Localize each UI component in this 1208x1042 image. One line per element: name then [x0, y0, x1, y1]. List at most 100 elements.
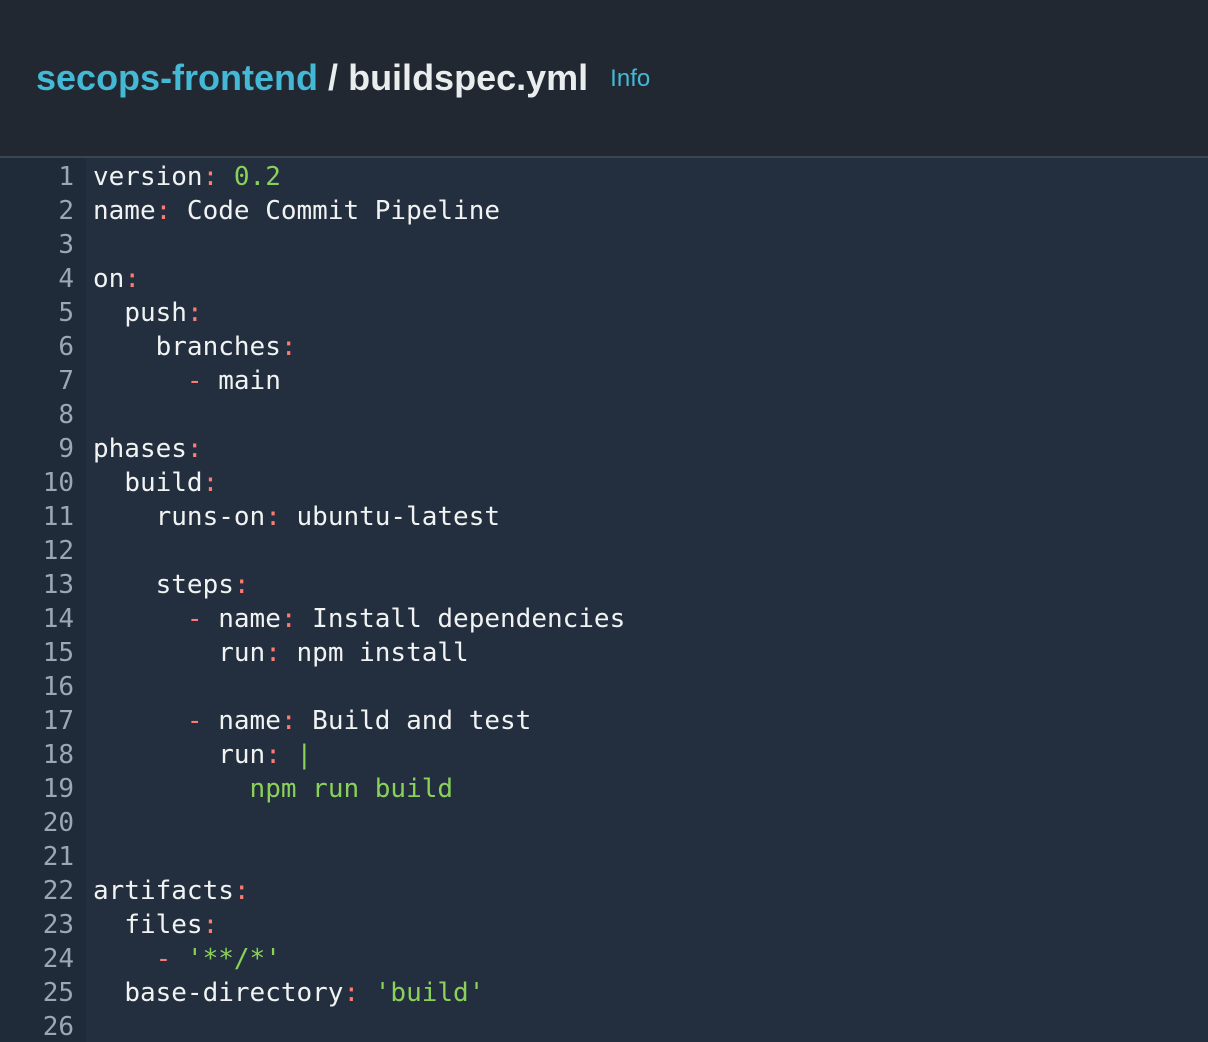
code-token: push	[124, 298, 187, 328]
code-token: :	[202, 162, 219, 192]
code-line[interactable]: 6 branches:	[0, 330, 1208, 364]
code-token: name	[218, 604, 281, 634]
repository-link[interactable]: secops-frontend	[36, 57, 318, 98]
line-number: 3	[58, 230, 74, 260]
code-line[interactable]: 9 phases:	[0, 432, 1208, 466]
code-line[interactable]: 1 version: 0.2	[0, 160, 1208, 194]
line-text: name: Code Commit Pipeline	[93, 194, 500, 228]
code-token: on	[93, 264, 125, 294]
code-token: main	[202, 366, 281, 396]
code-line[interactable]: 11 runs-on: ubuntu-latest	[0, 500, 1208, 534]
line-number: 11	[42, 502, 74, 532]
code-token: :	[280, 332, 297, 362]
code-line[interactable]: 17 - name: Build and test	[0, 704, 1208, 738]
code-token: :	[186, 434, 203, 464]
code-line[interactable]: 13 steps:	[0, 568, 1208, 602]
line-number: 4	[58, 264, 74, 294]
line-text: runs-on: ubuntu-latest	[93, 500, 500, 534]
code-token: '**/*'	[186, 944, 281, 974]
code-token: :	[155, 196, 172, 226]
line-number: 9	[58, 434, 74, 464]
code-token: :	[280, 604, 297, 634]
line-text: run: npm install	[93, 636, 469, 670]
line-text: base-directory: 'build'	[93, 976, 484, 1010]
line-number: 23	[42, 910, 74, 940]
code-token: branches	[155, 332, 281, 362]
code-token: name	[218, 706, 281, 736]
code-token: :	[265, 638, 281, 668]
code-token: :	[233, 876, 250, 906]
line-text: on:	[93, 262, 140, 296]
code-token: |	[296, 740, 313, 770]
code-line[interactable]: 22 artifacts:	[0, 874, 1208, 908]
code-line[interactable]: 21	[0, 840, 1208, 874]
code-token: npm run build	[249, 774, 454, 804]
line-text: files:	[93, 908, 218, 942]
code-line[interactable]: 15 run: npm install	[0, 636, 1208, 670]
line-text: phases:	[93, 432, 203, 466]
code-token: name	[93, 196, 156, 226]
code-line[interactable]: 24 - '**/*'	[0, 942, 1208, 976]
code-line[interactable]: 20	[0, 806, 1208, 840]
code-line[interactable]: 16	[0, 670, 1208, 704]
code-editor[interactable]: 1 version: 0.2 2 name: Code Commit Pipeline…	[0, 158, 1208, 1042]
code-token: :	[343, 978, 360, 1008]
code-token: version	[93, 162, 203, 192]
line-number: 6	[58, 332, 74, 362]
code-line[interactable]: 7 - main	[0, 364, 1208, 398]
info-link[interactable]: Info	[610, 65, 650, 92]
code-line[interactable]: 19 npm run build	[0, 772, 1208, 806]
line-number: 8	[58, 400, 74, 430]
line-number: 14	[42, 604, 74, 634]
code-token: :	[186, 298, 203, 328]
line-number: 16	[42, 672, 74, 702]
file-name: buildspec.yml	[348, 57, 589, 98]
line-number: 10	[42, 468, 74, 498]
line-text: npm run build	[93, 772, 454, 806]
line-number: 2	[58, 196, 74, 226]
code-token: base-directory	[124, 978, 344, 1008]
line-text: build:	[93, 466, 218, 500]
line-number: 7	[58, 366, 74, 396]
code-content[interactable]: 1 version: 0.2 2 name: Code Commit Pipeline…	[0, 160, 1208, 1042]
code-line[interactable]: 5 push:	[0, 296, 1208, 330]
code-token: run	[218, 638, 266, 668]
code-token: steps	[155, 570, 234, 600]
code-line[interactable]: 25 base-directory: 'build'	[0, 976, 1208, 1010]
code-token: build	[124, 468, 203, 498]
line-number: 12	[42, 536, 74, 566]
code-line[interactable]: 3	[0, 228, 1208, 262]
line-text: version: 0.2	[93, 160, 281, 194]
code-line[interactable]: 12	[0, 534, 1208, 568]
code-line[interactable]: 2 name: Code Commit Pipeline	[0, 194, 1208, 228]
code-line[interactable]: 4 on:	[0, 262, 1208, 296]
code-line[interactable]: 18 run: |	[0, 738, 1208, 772]
line-number: 18	[42, 740, 74, 770]
code-line[interactable]: 8	[0, 398, 1208, 432]
code-line[interactable]: 10 build:	[0, 466, 1208, 500]
line-text: - name: Build and test	[93, 704, 531, 738]
line-text: branches:	[93, 330, 297, 364]
line-number: 20	[42, 808, 74, 838]
line-number: 21	[42, 842, 74, 872]
code-token: :	[265, 502, 281, 532]
line-text: run: |	[93, 738, 312, 772]
code-token: npm install	[280, 638, 469, 668]
code-token: artifacts	[93, 876, 234, 906]
code-line[interactable]: 23 files:	[0, 908, 1208, 942]
code-line[interactable]: 26	[0, 1010, 1208, 1042]
code-line[interactable]: 14 - name: Install dependencies	[0, 602, 1208, 636]
line-number: 22	[42, 876, 74, 906]
line-number: 24	[42, 944, 74, 974]
